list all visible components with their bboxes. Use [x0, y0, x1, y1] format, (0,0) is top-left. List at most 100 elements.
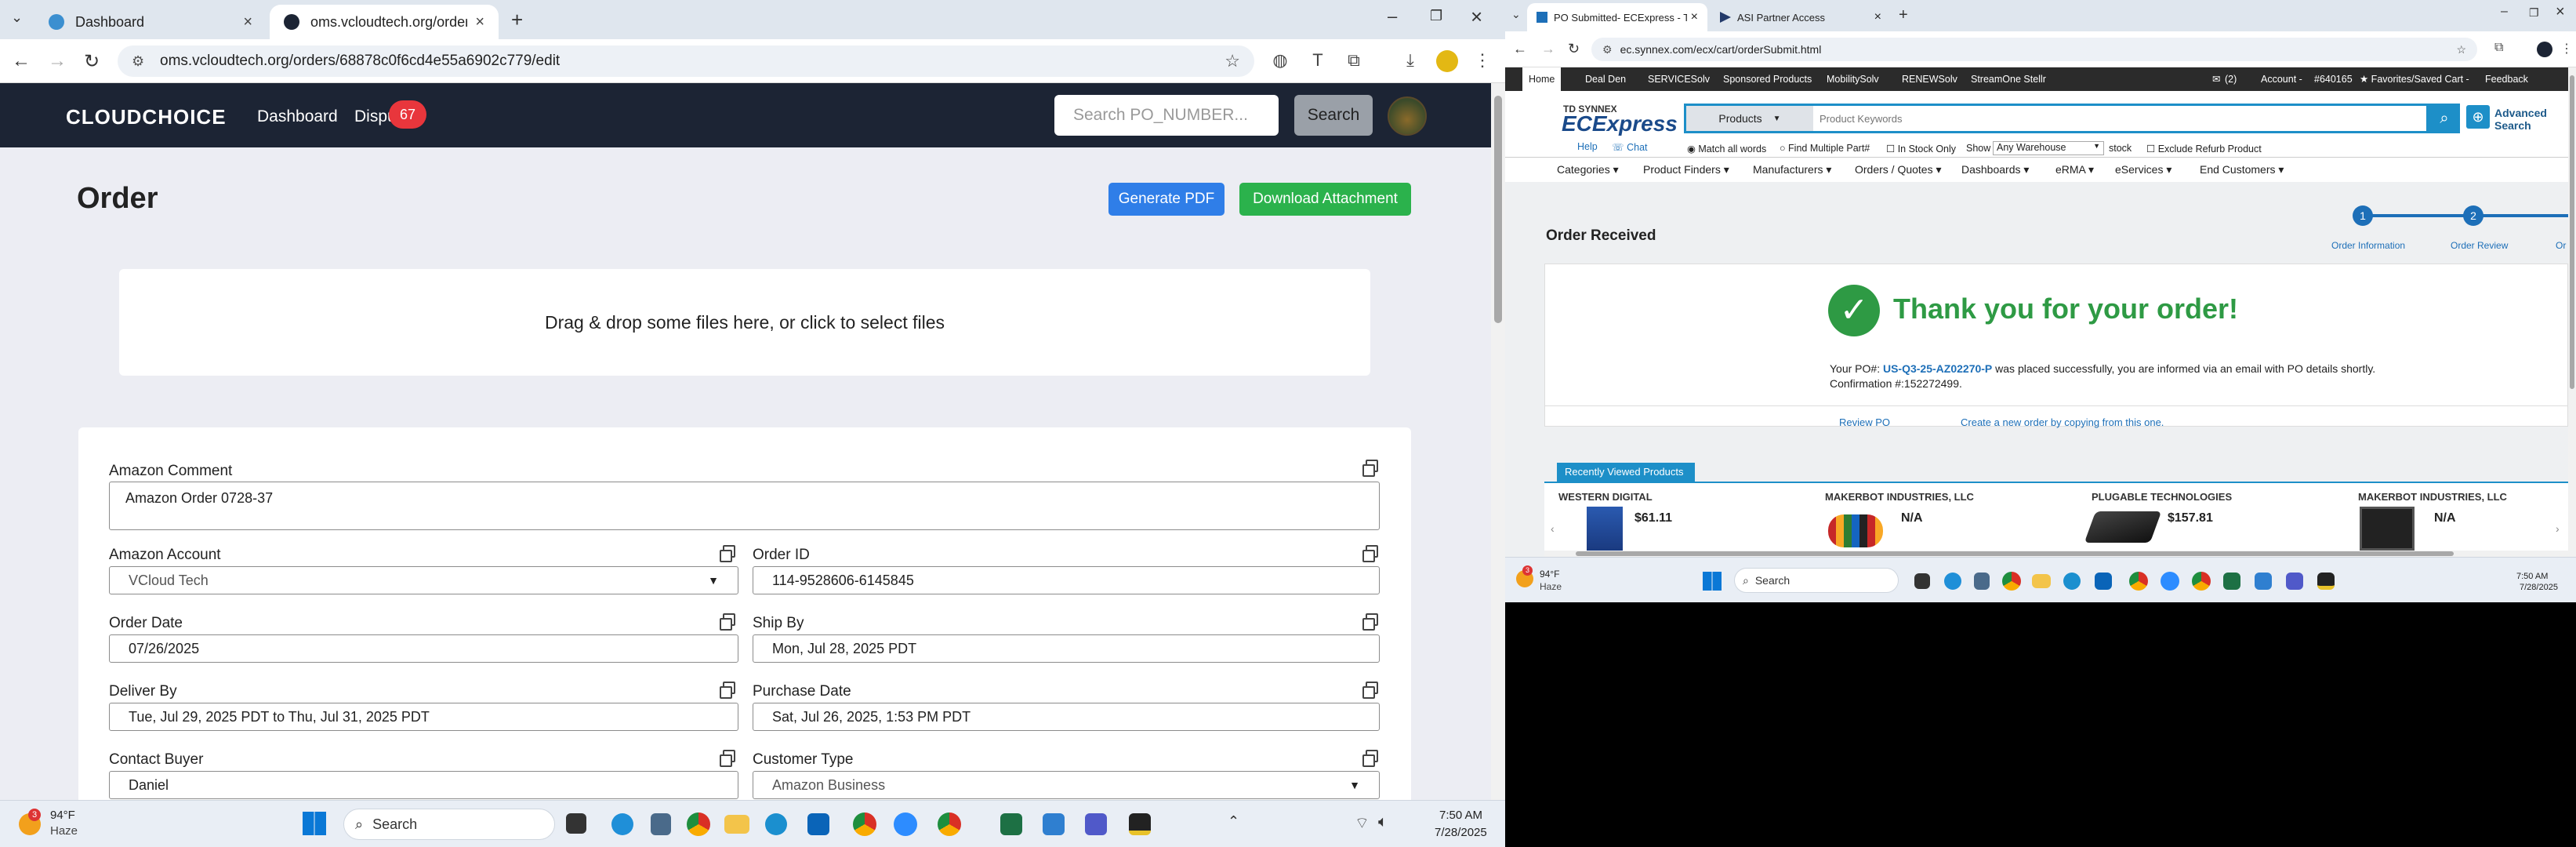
- tab-order-edit[interactable]: oms.vcloudtech.org/orders/6887 ×: [270, 5, 499, 39]
- minimize-icon[interactable]: –: [2501, 5, 2508, 19]
- outlook-icon[interactable]: [807, 813, 829, 835]
- forward-icon[interactable]: →: [1541, 41, 1555, 57]
- file-explorer-icon[interactable]: [724, 815, 749, 834]
- calculator-icon[interactable]: [651, 813, 671, 835]
- excel-icon[interactable]: [2223, 573, 2240, 590]
- avatar[interactable]: [1388, 96, 1427, 136]
- recently-viewed-tab[interactable]: Recently Viewed Products: [1557, 463, 1695, 482]
- close-icon[interactable]: ×: [475, 13, 484, 31]
- windows-start-icon[interactable]: [303, 812, 326, 835]
- exclude-refurb-checkbox[interactable]: ☐ Exclude Refurb Product: [2146, 143, 2262, 154]
- amazon-comment-field[interactable]: Amazon Order 0728-37: [109, 482, 1380, 530]
- review-po-link[interactable]: Review PO: [1839, 416, 1890, 428]
- po-search-input[interactable]: [1054, 95, 1279, 136]
- teams-icon[interactable]: [2286, 573, 2303, 590]
- nav-dashboard[interactable]: Dashboard: [257, 107, 338, 126]
- in-stock-checkbox[interactable]: ☐ In Stock Only: [1886, 143, 1956, 154]
- chrome-icon[interactable]: [2002, 572, 2021, 591]
- profile-icon[interactable]: [2537, 42, 2552, 57]
- page-scrollbar[interactable]: [1491, 83, 1505, 800]
- taskbar-search[interactable]: ⌕ Search: [1734, 568, 1899, 593]
- carousel-prev-icon[interactable]: ‹: [1551, 522, 1555, 535]
- order-date-field[interactable]: 07/26/2025: [109, 634, 738, 663]
- windows-start-icon[interactable]: [1703, 572, 1722, 591]
- topbar-home[interactable]: Home: [1522, 67, 1562, 91]
- chat-link[interactable]: ☏ Chat: [1612, 141, 1648, 153]
- copy-icon[interactable]: [720, 750, 735, 767]
- order-id-field[interactable]: 114-9528606-6145845: [753, 566, 1380, 594]
- menu-orders-quotes[interactable]: Orders / Quotes ▾: [1855, 163, 1942, 176]
- url-field[interactable]: ⚙ oms.vcloudtech.org/orders/68878c0f6cd4…: [118, 45, 1254, 77]
- photos-icon[interactable]: [1043, 813, 1065, 835]
- search-icon[interactable]: ⌕: [2429, 104, 2460, 133]
- bookmark-star-icon[interactable]: ☆: [1225, 51, 1240, 71]
- scrollbar-thumb[interactable]: [2570, 75, 2574, 389]
- close-icon[interactable]: ×: [1874, 10, 1881, 24]
- chrome-icon[interactable]: [687, 812, 710, 836]
- zoom-icon[interactable]: [894, 812, 917, 836]
- topbar-servicesolv[interactable]: SERVICESolv: [1648, 67, 1710, 91]
- forward-icon[interactable]: →: [45, 50, 69, 72]
- topbar-mobilitysolv[interactable]: MobilitySolv: [1827, 67, 1879, 91]
- network-icon[interactable]: ⌔: [1355, 813, 1370, 833]
- scrollbar-thumb[interactable]: [1576, 551, 2454, 556]
- chrome-profile-icon[interactable]: [853, 812, 876, 836]
- copy-icon[interactable]: [720, 545, 735, 562]
- edge-icon[interactable]: [1944, 573, 1961, 590]
- edge-icon[interactable]: [611, 813, 633, 835]
- topbar-deal-den[interactable]: Deal Den: [1585, 67, 1626, 91]
- create-new-order-link[interactable]: Create a new order by copying from this …: [1961, 416, 2164, 428]
- close-window-icon[interactable]: ×: [2556, 3, 2565, 21]
- back-icon[interactable]: ←: [9, 50, 33, 72]
- ship-by-field[interactable]: Mon, Jul 28, 2025 PDT: [753, 634, 1380, 663]
- show-hidden-icons[interactable]: ⌃: [1228, 813, 1239, 830]
- teams-icon[interactable]: [1085, 813, 1107, 835]
- calculator-icon[interactable]: [1974, 573, 1990, 590]
- help-link[interactable]: Help: [1577, 141, 1598, 152]
- feedback-link[interactable]: Feedback: [2485, 67, 2528, 91]
- advanced-search-link[interactable]: Advanced Search: [2494, 107, 2547, 132]
- chrome-profile-icon[interactable]: [2129, 572, 2148, 591]
- download-attachment-button[interactable]: Download Attachment: [1239, 183, 1411, 216]
- tab-po-submitted[interactable]: PO Submitted- ECExpress - TD ×: [1527, 3, 1707, 31]
- product-keywords-input[interactable]: [1813, 107, 2426, 130]
- clock-time[interactable]: 7:50 AM: [1439, 809, 1482, 822]
- copy-icon[interactable]: [1362, 545, 1378, 562]
- copy-icon[interactable]: [1362, 613, 1378, 631]
- task-view-icon[interactable]: [1914, 573, 1930, 589]
- carousel-next-icon[interactable]: ›: [2556, 522, 2560, 535]
- ecexpress-logo[interactable]: ECExpress: [1562, 111, 1678, 136]
- copy-icon[interactable]: [1362, 460, 1378, 477]
- edge-browser-icon[interactable]: [2063, 573, 2081, 590]
- tab-search-icon[interactable]: ⌄: [11, 9, 23, 26]
- deliver-by-field[interactable]: Tue, Jul 29, 2025 PDT to Thu, Jul 31, 20…: [109, 703, 738, 731]
- mail-icon[interactable]: ✉: [2212, 67, 2220, 91]
- copy-icon[interactable]: [1362, 682, 1378, 699]
- file-explorer-icon[interactable]: [2032, 574, 2051, 588]
- menu-icon[interactable]: ⋮: [2560, 41, 2573, 56]
- profile-icon[interactable]: [1436, 50, 1458, 72]
- copy-icon[interactable]: [1362, 750, 1378, 767]
- clock-date[interactable]: 7/28/2025: [1435, 826, 1487, 839]
- menu-end-customers[interactable]: End Customers ▾: [2200, 163, 2284, 176]
- match-all-radio[interactable]: ◉ Match all words: [1687, 143, 1766, 154]
- copy-icon[interactable]: [720, 682, 735, 699]
- tab-asi-partner[interactable]: ASI Partner Access ×: [1711, 3, 1891, 31]
- sticky-notes-icon[interactable]: [1129, 813, 1151, 835]
- file-dropzone[interactable]: Drag & drop some files here, or click to…: [119, 269, 1370, 376]
- warehouse-select[interactable]: Any Warehouse ▼: [1993, 141, 2104, 155]
- search-button[interactable]: Search: [1294, 95, 1373, 136]
- generate-pdf-button[interactable]: Generate PDF: [1108, 183, 1225, 216]
- photos-icon[interactable]: [2255, 573, 2272, 590]
- favorites-menu[interactable]: ★ Favorites/Saved Cart -: [2360, 67, 2469, 91]
- menu-icon[interactable]: ⋮: [1471, 50, 1494, 71]
- page-scrollbar[interactable]: [2568, 67, 2576, 557]
- clock-date[interactable]: 7/28/2025: [2520, 583, 2567, 592]
- clock-time[interactable]: 7:50 AM: [2516, 572, 2548, 581]
- close-icon[interactable]: ×: [243, 13, 252, 31]
- bookmark-star-icon[interactable]: ☆: [2456, 43, 2466, 56]
- minimize-icon[interactable]: –: [1388, 6, 1397, 27]
- edge-browser-icon[interactable]: [765, 813, 787, 835]
- zoom-icon[interactable]: [2161, 572, 2179, 591]
- outlook-icon[interactable]: [2095, 573, 2112, 590]
